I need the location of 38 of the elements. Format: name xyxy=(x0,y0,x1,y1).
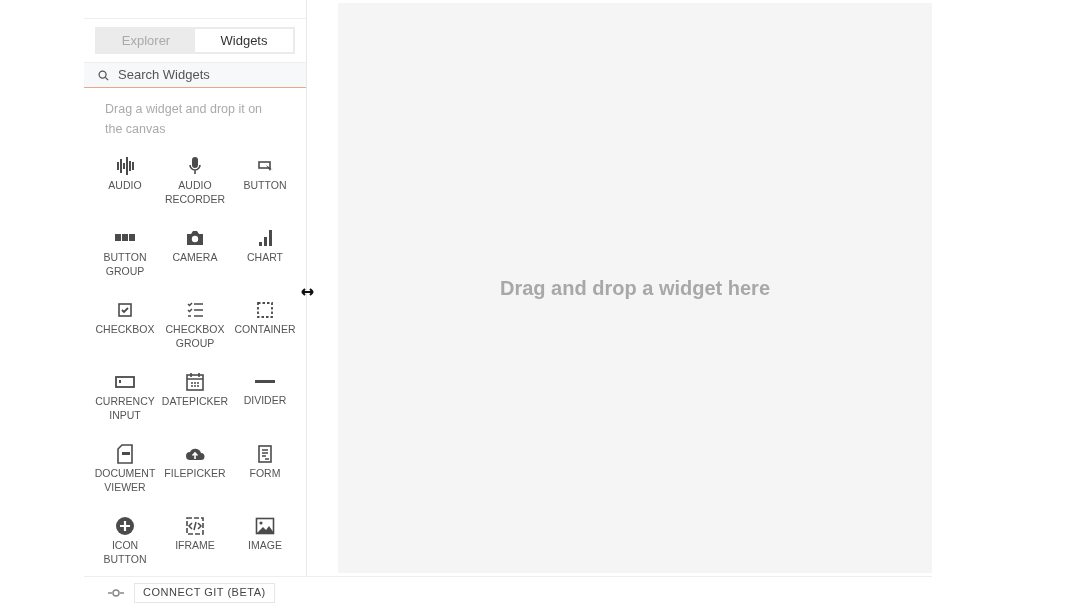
widget-card[interactable]: CURRENCY INPUT xyxy=(90,372,160,432)
search-icon xyxy=(98,69,109,81)
image-icon xyxy=(255,516,275,536)
horizontal-line-icon xyxy=(255,380,275,383)
panel-tab[interactable]: Widgets xyxy=(195,29,293,52)
widget-card[interactable]: CHECKBOX xyxy=(90,300,160,360)
widget-card[interactable]: CAMERA xyxy=(160,228,230,288)
camera-icon xyxy=(185,228,205,248)
widget-card[interactable]: FILEPICKER xyxy=(160,444,230,504)
checkbox-icon xyxy=(115,300,135,320)
widget-card[interactable]: IFRAME xyxy=(160,516,230,576)
widget-card[interactable]: IMAGE xyxy=(230,516,300,576)
instruction-text: Drag a widget and drop it on the canvas xyxy=(105,101,264,138)
widget-card[interactable]: BUTTON GROUP xyxy=(90,228,160,288)
widget-card[interactable]: AUDIO xyxy=(90,156,160,216)
widget-card[interactable]: CHECKBOX GROUP xyxy=(160,300,230,360)
resize-cursor-icon xyxy=(301,287,314,297)
dashed-square-icon xyxy=(255,300,275,320)
calendar-icon xyxy=(185,372,205,392)
code-frame-icon xyxy=(185,516,205,536)
waveform-icon xyxy=(115,156,135,176)
widget-card[interactable]: ICON BUTTON xyxy=(90,516,160,576)
widget-card[interactable]: AUDIO RECORDER xyxy=(160,156,230,216)
widget-card[interactable]: BUTTON xyxy=(230,156,300,216)
checklist-icon xyxy=(185,300,205,320)
search-field[interactable]: Search Widgets xyxy=(118,65,288,85)
widget-card[interactable]: FORM xyxy=(230,444,300,504)
plus-circle-icon xyxy=(115,516,135,536)
search-bar[interactable]: Search Widgets xyxy=(84,62,306,88)
widget-card[interactable]: CONTAINER xyxy=(230,300,300,360)
widget-card[interactable]: DOCUMENT VIEWER xyxy=(90,444,160,504)
widget-card[interactable]: DIVIDER xyxy=(230,372,300,432)
git-commit-icon xyxy=(108,588,124,597)
widget-card[interactable]: DATEPICKER xyxy=(160,372,230,432)
pdf-document-icon xyxy=(115,444,135,464)
form-icon xyxy=(255,444,275,464)
widget-card[interactable]: CHART xyxy=(230,228,300,288)
connect-git-button[interactable]: CONNECT GIT (BETA) xyxy=(134,582,275,603)
